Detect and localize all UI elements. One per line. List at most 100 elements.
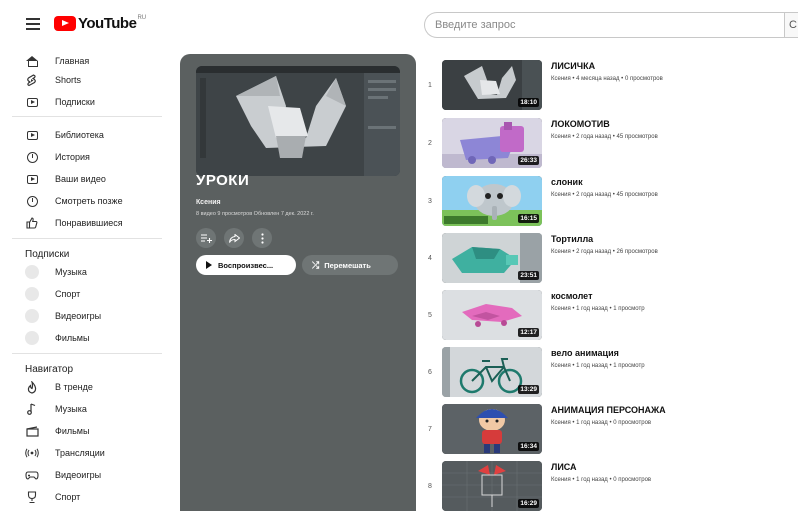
search-input[interactable] bbox=[424, 12, 784, 38]
video-thumbnail[interactable]: 13:29 bbox=[442, 347, 542, 397]
video-meta: Ксения • 1 год назад • 1 просмотр bbox=[551, 363, 645, 369]
sidebar-item-gaming[interactable]: Видеоигры bbox=[0, 464, 170, 486]
top-bar: YouTube RU С bbox=[0, 0, 798, 48]
playlist-video-item[interactable]: 3 16:15 слоник Ксения • 2 года назад • 4… bbox=[424, 176, 798, 230]
sidebar-item-label: Спорт bbox=[55, 492, 81, 502]
subscriptions-icon bbox=[25, 95, 39, 109]
video-index: 7 bbox=[428, 426, 432, 433]
video-thumbnail[interactable]: 16:15 bbox=[442, 176, 542, 226]
shuffle-button[interactable]: ⤮ Перемешать bbox=[302, 255, 398, 275]
sidebar-item-films[interactable]: Фильмы bbox=[0, 420, 170, 442]
video-duration: 16:15 bbox=[518, 214, 539, 223]
sidebar-item-sport[interactable]: Спорт bbox=[0, 486, 170, 508]
sidebar-divider bbox=[12, 116, 162, 117]
sidebar-item-music[interactable]: Музыка bbox=[0, 398, 170, 420]
video-title[interactable]: ЛИСА bbox=[551, 462, 577, 472]
video-thumbnail[interactable]: 16:34 bbox=[442, 404, 542, 454]
video-title[interactable]: ЛИСИЧКА bbox=[551, 61, 595, 71]
sidebar-item-label: Ваши видео bbox=[55, 174, 106, 184]
playlist-panel: УРОКИ Ксения 8 видео 9 просмотров Обновл… bbox=[180, 54, 416, 511]
video-thumbnail[interactable]: 18:10 bbox=[442, 60, 542, 110]
playlist-video-item[interactable]: 8 16:29 ЛИСА Ксения • 1 год назад • 0 пр… bbox=[424, 461, 798, 511]
video-index: 6 bbox=[428, 369, 432, 376]
video-title[interactable]: космолет bbox=[551, 291, 592, 301]
playlist-video-item[interactable]: 7 16:34 АНИМАЦИЯ ПЕРСОНАЖА Ксения • 1 го… bbox=[424, 404, 798, 458]
sidebar-item-label: Трансляции bbox=[55, 448, 105, 458]
video-meta: Ксения • 1 год назад • 1 просмотр bbox=[551, 306, 645, 312]
sidebar-item-shorts[interactable]: Shorts bbox=[0, 69, 170, 91]
shorts-icon bbox=[25, 73, 39, 87]
video-thumbnail[interactable]: 23:51 bbox=[442, 233, 542, 283]
playlist-owner[interactable]: Ксения bbox=[196, 199, 221, 206]
sidebar-item-live[interactable]: Трансляции bbox=[0, 442, 170, 464]
video-title[interactable]: АНИМАЦИЯ ПЕРСОНАЖА bbox=[551, 405, 666, 415]
sidebar-item-library[interactable]: Библиотека bbox=[0, 124, 170, 146]
channel-avatar bbox=[25, 287, 39, 301]
video-index: 3 bbox=[428, 198, 432, 205]
sidebar-sub-sport[interactable]: Спорт bbox=[0, 283, 170, 305]
sidebar-item-label: Библиотека bbox=[55, 130, 104, 140]
sidebar-divider bbox=[12, 238, 162, 239]
liked-icon bbox=[25, 216, 39, 230]
home-icon bbox=[25, 54, 39, 68]
history-icon bbox=[25, 150, 39, 164]
video-index: 4 bbox=[428, 255, 432, 262]
video-title[interactable]: вело анимация bbox=[551, 348, 619, 358]
video-title[interactable]: слоник bbox=[551, 177, 583, 187]
sidebar-item-label: Главная bbox=[55, 56, 90, 66]
video-thumbnail[interactable]: 12:17 bbox=[442, 290, 542, 340]
live-icon bbox=[25, 446, 39, 460]
playlist-video-item[interactable]: 6 13:29 вело анимация Ксения • 1 год наз… bbox=[424, 347, 798, 401]
sidebar-item-label: Фильмы bbox=[55, 333, 90, 343]
video-title[interactable]: ЛОКОМОТИВ bbox=[551, 119, 610, 129]
playlist-meta: 8 видео 9 просмотров Обновлен 7 дек. 202… bbox=[196, 211, 314, 217]
music-icon bbox=[25, 402, 39, 416]
sidebar-item-your-videos[interactable]: Ваши видео bbox=[0, 168, 170, 190]
video-title[interactable]: Тортилла bbox=[551, 234, 593, 244]
sidebar-item-watch-later[interactable]: Смотреть позже bbox=[0, 190, 170, 212]
youtube-logo[interactable]: YouTube RU bbox=[54, 15, 146, 32]
library-icon bbox=[25, 128, 39, 142]
sidebar-item-liked[interactable]: Понравившиеся bbox=[0, 212, 170, 234]
video-index: 1 bbox=[428, 82, 432, 89]
sidebar-divider bbox=[12, 353, 162, 354]
youtube-play-logo-icon bbox=[54, 16, 76, 31]
more-icon[interactable] bbox=[252, 228, 272, 248]
playlist-video-item[interactable]: 2 26:33 ЛОКОМОТИВ Ксения • 2 года назад … bbox=[424, 118, 798, 172]
subscriptions-section-title: Подписки bbox=[25, 249, 70, 260]
playlist-video-item[interactable]: 4 23:51 Тортилла Ксения • 2 года назад •… bbox=[424, 233, 798, 287]
add-to-queue-icon[interactable] bbox=[196, 228, 216, 248]
sport-icon bbox=[25, 490, 39, 504]
playlist-thumbnail[interactable] bbox=[196, 66, 400, 176]
sidebar-item-label: Фильмы bbox=[55, 426, 90, 436]
sidebar-item-trending[interactable]: В тренде bbox=[0, 376, 170, 398]
video-duration: 16:34 bbox=[518, 442, 539, 451]
play-all-button[interactable]: Воспроизвес... bbox=[196, 255, 296, 275]
video-thumbnail[interactable]: 26:33 bbox=[442, 118, 542, 168]
playlist-video-item[interactable]: 1 18:10 ЛИСИЧКА Ксения • 4 месяца назад … bbox=[424, 60, 798, 114]
sidebar-item-subscriptions[interactable]: Подписки bbox=[0, 91, 170, 113]
video-index: 2 bbox=[428, 140, 432, 147]
share-icon[interactable] bbox=[224, 228, 244, 248]
playlist-video-item[interactable]: 5 12:17 космолет Ксения • 1 год назад • … bbox=[424, 290, 798, 344]
menu-icon[interactable] bbox=[26, 18, 40, 30]
play-icon bbox=[206, 261, 212, 269]
video-duration: 18:10 bbox=[518, 98, 539, 107]
sidebar-sub-gaming[interactable]: Видеоигры bbox=[0, 305, 170, 327]
navigator-section-title: Навигатор bbox=[25, 364, 74, 375]
playlist-title: УРОКИ bbox=[196, 172, 250, 189]
logo-text: YouTube bbox=[78, 15, 137, 32]
films-icon bbox=[25, 424, 39, 438]
sidebar-item-label: Смотреть позже bbox=[55, 196, 123, 206]
video-duration: 12:17 bbox=[518, 328, 539, 337]
channel-avatar bbox=[25, 309, 39, 323]
channel-avatar bbox=[25, 265, 39, 279]
sidebar-item-label: Понравившиеся bbox=[55, 218, 123, 228]
search-button[interactable]: С bbox=[784, 12, 798, 38]
sidebar-sub-films[interactable]: Фильмы bbox=[0, 327, 170, 349]
video-index: 5 bbox=[428, 312, 432, 319]
sidebar-item-history[interactable]: История bbox=[0, 146, 170, 168]
video-thumbnail[interactable]: 16:29 bbox=[442, 461, 542, 511]
sidebar-sub-music[interactable]: Музыка bbox=[0, 261, 170, 283]
sidebar-item-label: Видеоигры bbox=[55, 311, 102, 321]
